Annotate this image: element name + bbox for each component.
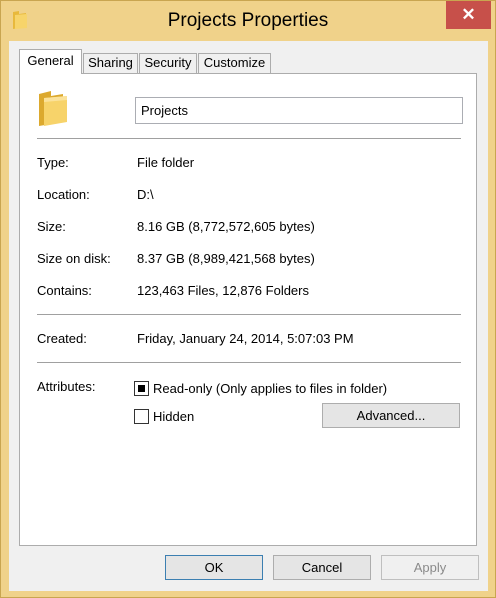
- size-on-disk-value: 8.37 GB (8,989,421,568 bytes): [137, 251, 315, 266]
- dialog-body: General Sharing Security Customize Type:…: [9, 41, 488, 591]
- info-row-size-on-disk: Size on disk: 8.37 GB (8,989,421,568 byt…: [37, 251, 461, 269]
- indeterminate-mark-icon: [138, 385, 145, 392]
- info-row-size: Size: 8.16 GB (8,772,572,605 bytes): [37, 219, 461, 237]
- divider: [37, 314, 461, 315]
- size-label: Size:: [37, 219, 66, 234]
- contains-value: 123,463 Files, 12,876 Folders: [137, 283, 309, 298]
- readonly-checkbox-box[interactable]: [134, 381, 149, 396]
- hidden-checkbox-box[interactable]: [134, 409, 149, 424]
- general-tab-panel: Type: File folder Location: D:\ Size: 8.…: [19, 73, 477, 546]
- tab-security[interactable]: Security: [139, 53, 197, 73]
- hidden-label: Hidden: [153, 409, 195, 424]
- divider: [37, 362, 461, 363]
- contains-label: Contains:: [37, 283, 92, 298]
- apply-button[interactable]: Apply: [381, 555, 479, 580]
- type-label: Type:: [37, 155, 69, 170]
- info-row-type: Type: File folder: [37, 155, 461, 173]
- attributes-label: Attributes:: [37, 379, 96, 394]
- readonly-label: Read-only (Only applies to files in fold…: [153, 381, 388, 396]
- created-value: Friday, January 24, 2014, 5:07:03 PM: [137, 331, 354, 346]
- properties-window: Projects Properties ✕ General Sharing Se…: [0, 0, 496, 598]
- title-bar[interactable]: Projects Properties ✕: [1, 1, 495, 41]
- info-row-created: Created: Friday, January 24, 2014, 5:07:…: [37, 331, 461, 349]
- window-title: Projects Properties: [167, 10, 329, 31]
- close-button[interactable]: ✕: [446, 1, 491, 29]
- advanced-button[interactable]: Advanced...: [322, 403, 460, 428]
- type-value: File folder: [137, 155, 195, 170]
- created-label: Created:: [37, 331, 87, 346]
- tab-general[interactable]: General: [19, 49, 82, 74]
- ok-button[interactable]: OK: [165, 555, 263, 580]
- tab-customize[interactable]: Customize: [198, 53, 271, 73]
- location-label: Location:: [37, 187, 90, 202]
- cancel-button[interactable]: Cancel: [273, 555, 371, 580]
- folder-name-input[interactable]: [135, 97, 463, 124]
- divider: [37, 138, 461, 139]
- size-on-disk-label: Size on disk:: [37, 251, 111, 266]
- location-value: D:\: [137, 187, 154, 202]
- tab-sharing[interactable]: Sharing: [83, 53, 138, 73]
- info-row-location: Location: D:\: [37, 187, 461, 205]
- info-row-contains: Contains: 123,463 Files, 12,876 Folders: [37, 283, 461, 301]
- size-value: 8.16 GB (8,772,572,605 bytes): [137, 219, 315, 234]
- folder-icon: [39, 91, 67, 126]
